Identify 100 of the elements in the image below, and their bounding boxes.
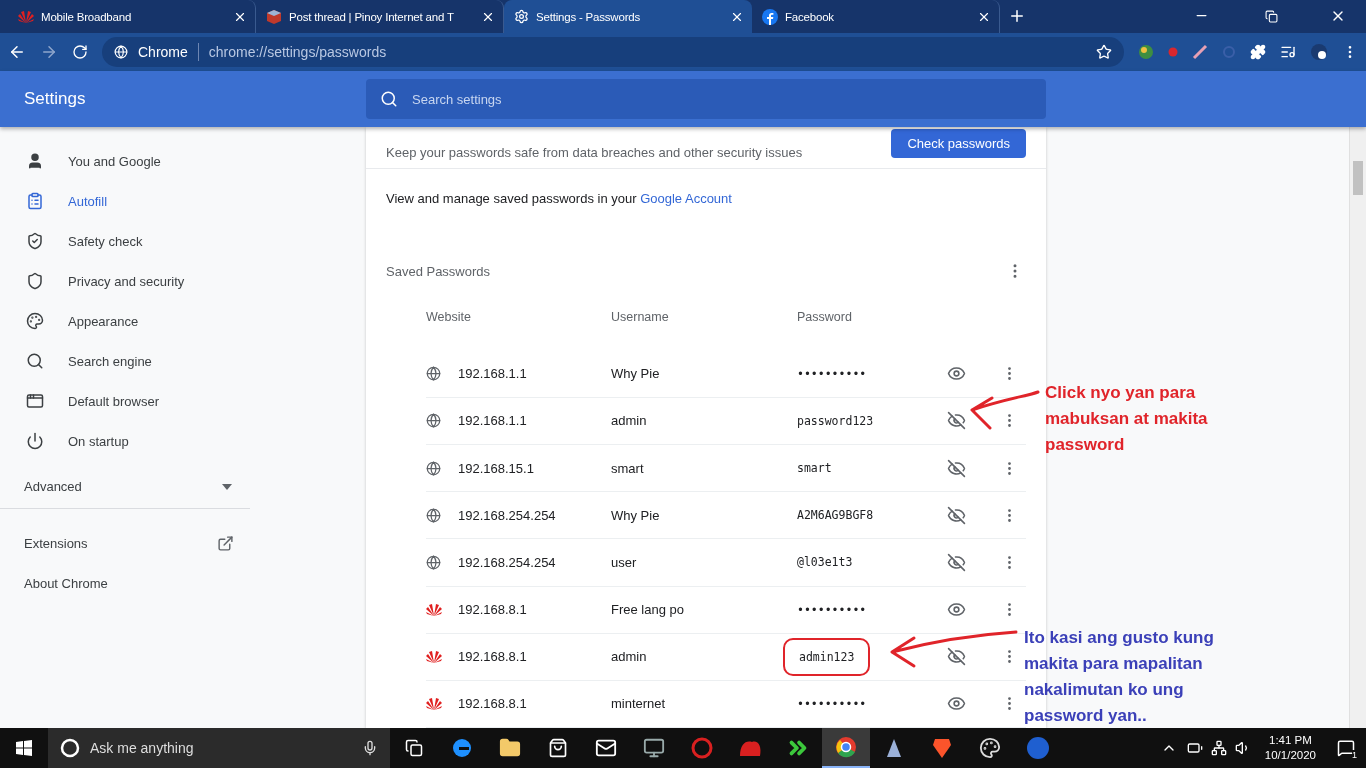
taskbar-button[interactable] bbox=[822, 728, 870, 768]
huawei-logo-icon bbox=[426, 696, 442, 711]
forward-icon[interactable] bbox=[40, 43, 58, 61]
profile-avatar-icon[interactable] bbox=[1310, 43, 1328, 61]
media-queue-icon[interactable] bbox=[1280, 44, 1296, 60]
back-icon[interactable] bbox=[8, 43, 26, 61]
password-text: A2M6AG9BGF8 bbox=[797, 508, 874, 523]
external-link-icon bbox=[217, 534, 234, 552]
ring-app-icon[interactable] bbox=[691, 737, 713, 759]
facebook-logo-icon bbox=[762, 8, 778, 25]
annotation-arrow bbox=[968, 388, 1040, 432]
check-passwords-button[interactable]: Check passwords bbox=[891, 129, 1026, 159]
cortana-icon bbox=[60, 738, 80, 758]
site-label: Chrome bbox=[138, 44, 188, 60]
scrollbar[interactable] bbox=[1349, 127, 1366, 728]
eye-slash-icon[interactable] bbox=[947, 458, 966, 478]
sidebar-item[interactable]: Safety check bbox=[0, 221, 366, 261]
person-icon bbox=[26, 152, 44, 170]
notification-icon[interactable] bbox=[1337, 739, 1355, 757]
manage-text: View and manage saved passwords in your Google Account bbox=[385, 190, 733, 207]
palette-icon bbox=[26, 312, 44, 330]
huawei-logo-icon bbox=[426, 649, 442, 664]
column-header: Username bbox=[611, 310, 670, 327]
password-text: smart bbox=[797, 461, 832, 476]
windows-logo-icon[interactable] bbox=[16, 740, 32, 756]
username-text: user bbox=[611, 554, 638, 570]
browser-window-icon bbox=[26, 392, 44, 410]
store-icon[interactable] bbox=[548, 738, 568, 758]
password-text: •••••••••• bbox=[797, 696, 867, 711]
shield-check-icon bbox=[26, 232, 44, 250]
annotation-text: Ito kasi ang gusto kung makita para mapalitan nakalimutan ko ung password yan.. bbox=[1024, 627, 1214, 727]
globe-icon bbox=[426, 507, 441, 523]
mail-icon[interactable] bbox=[595, 737, 617, 759]
description-text: Keep your passwords safe from data breaches and other security issues bbox=[386, 145, 803, 161]
taskbar-search-field[interactable]: Ask me anything bbox=[48, 728, 390, 768]
username-text: Why Pie bbox=[611, 366, 661, 382]
search-icon bbox=[380, 90, 398, 108]
column-header: Password bbox=[797, 310, 853, 327]
website-text: 192.168.254.254 bbox=[458, 507, 557, 523]
globe-icon bbox=[426, 366, 441, 382]
search-field[interactable]: Search settings bbox=[366, 79, 1046, 119]
username-text: smart bbox=[611, 460, 645, 476]
sidebar-item[interactable]: Default browser bbox=[0, 381, 366, 421]
section-title: Saved Passwords bbox=[386, 263, 491, 279]
restore-icon[interactable] bbox=[1265, 10, 1278, 23]
palette-icon[interactable] bbox=[979, 737, 1001, 759]
clipboard-icon bbox=[26, 192, 44, 210]
search-icon bbox=[26, 352, 44, 370]
sidebar-item[interactable]: Appearance bbox=[0, 301, 366, 341]
website-text: 192.168.1.1 bbox=[458, 413, 528, 429]
username-text: admin bbox=[611, 413, 648, 429]
huawei-logo-icon bbox=[18, 9, 34, 24]
sidebar-link[interactable]: Extensions bbox=[0, 523, 250, 563]
settings-icon bbox=[514, 9, 529, 24]
google-account-link[interactable]: Google Account bbox=[640, 191, 732, 207]
eye-slash-icon[interactable] bbox=[947, 411, 966, 431]
settings-title: Settings bbox=[23, 89, 87, 109]
annotation-text: Click nyo yan para mabuksan at makita password bbox=[1045, 382, 1208, 456]
sidebar-link[interactable]: About Chrome bbox=[0, 563, 250, 603]
eye-slash-icon[interactable] bbox=[947, 647, 966, 667]
extension-icon[interactable] bbox=[1192, 44, 1208, 60]
new-tab-icon[interactable] bbox=[1008, 7, 1026, 25]
folder-icon[interactable] bbox=[499, 737, 521, 759]
extension-icon[interactable] bbox=[1138, 44, 1154, 60]
globe-icon bbox=[426, 554, 441, 570]
eye-slash-icon[interactable] bbox=[947, 552, 966, 572]
circle-app-icon[interactable] bbox=[1026, 736, 1050, 760]
monitor-icon[interactable] bbox=[643, 737, 665, 759]
sidebar-item[interactable]: On startup bbox=[0, 421, 366, 461]
username-text: Why Pie bbox=[611, 507, 661, 523]
password-text: @l03e1t3 bbox=[797, 555, 853, 570]
url-text: chrome://settings/passwords bbox=[208, 44, 387, 60]
column-header: Website bbox=[426, 310, 472, 327]
sidebar-item[interactable]: Autofill bbox=[0, 181, 366, 221]
notification-count: 1 bbox=[1352, 750, 1357, 760]
edge-icon[interactable] bbox=[451, 737, 473, 759]
website-text: 192.168.15.1 bbox=[458, 460, 535, 476]
extensions-puzzle-icon[interactable] bbox=[1250, 44, 1266, 60]
website-text: 192.168.8.1 bbox=[458, 602, 528, 618]
username-text: Free lang po bbox=[611, 602, 685, 618]
password-text: password123 bbox=[797, 413, 874, 428]
password-text: •••••••••• bbox=[797, 366, 867, 381]
eye-slash-icon[interactable] bbox=[947, 505, 966, 525]
cube-icon bbox=[266, 8, 282, 25]
sidebar-item[interactable]: Privacy and security bbox=[0, 261, 366, 301]
network-icon[interactable] bbox=[1210, 740, 1227, 756]
address-bar[interactable]: Chrome chrome://settings/passwords bbox=[102, 37, 1124, 67]
username-text: minternet bbox=[611, 696, 667, 712]
task-view-icon[interactable] bbox=[405, 739, 423, 757]
globe-icon bbox=[426, 460, 441, 476]
advanced-toggle[interactable]: Advanced bbox=[0, 465, 250, 509]
reload-icon[interactable] bbox=[72, 44, 88, 60]
microphone-icon[interactable] bbox=[362, 740, 378, 756]
battery-icon[interactable] bbox=[1186, 740, 1203, 756]
sidebar-item[interactable]: Search engine bbox=[0, 341, 366, 381]
bookmark-star-icon[interactable] bbox=[1096, 44, 1112, 60]
clock[interactable]: 1:41 PM 10/1/2020 bbox=[1254, 733, 1326, 763]
browser-tab[interactable]: Settings - Passwords bbox=[504, 0, 752, 33]
sidebar-item[interactable]: You and Google bbox=[0, 141, 366, 181]
globe-icon bbox=[426, 413, 441, 429]
